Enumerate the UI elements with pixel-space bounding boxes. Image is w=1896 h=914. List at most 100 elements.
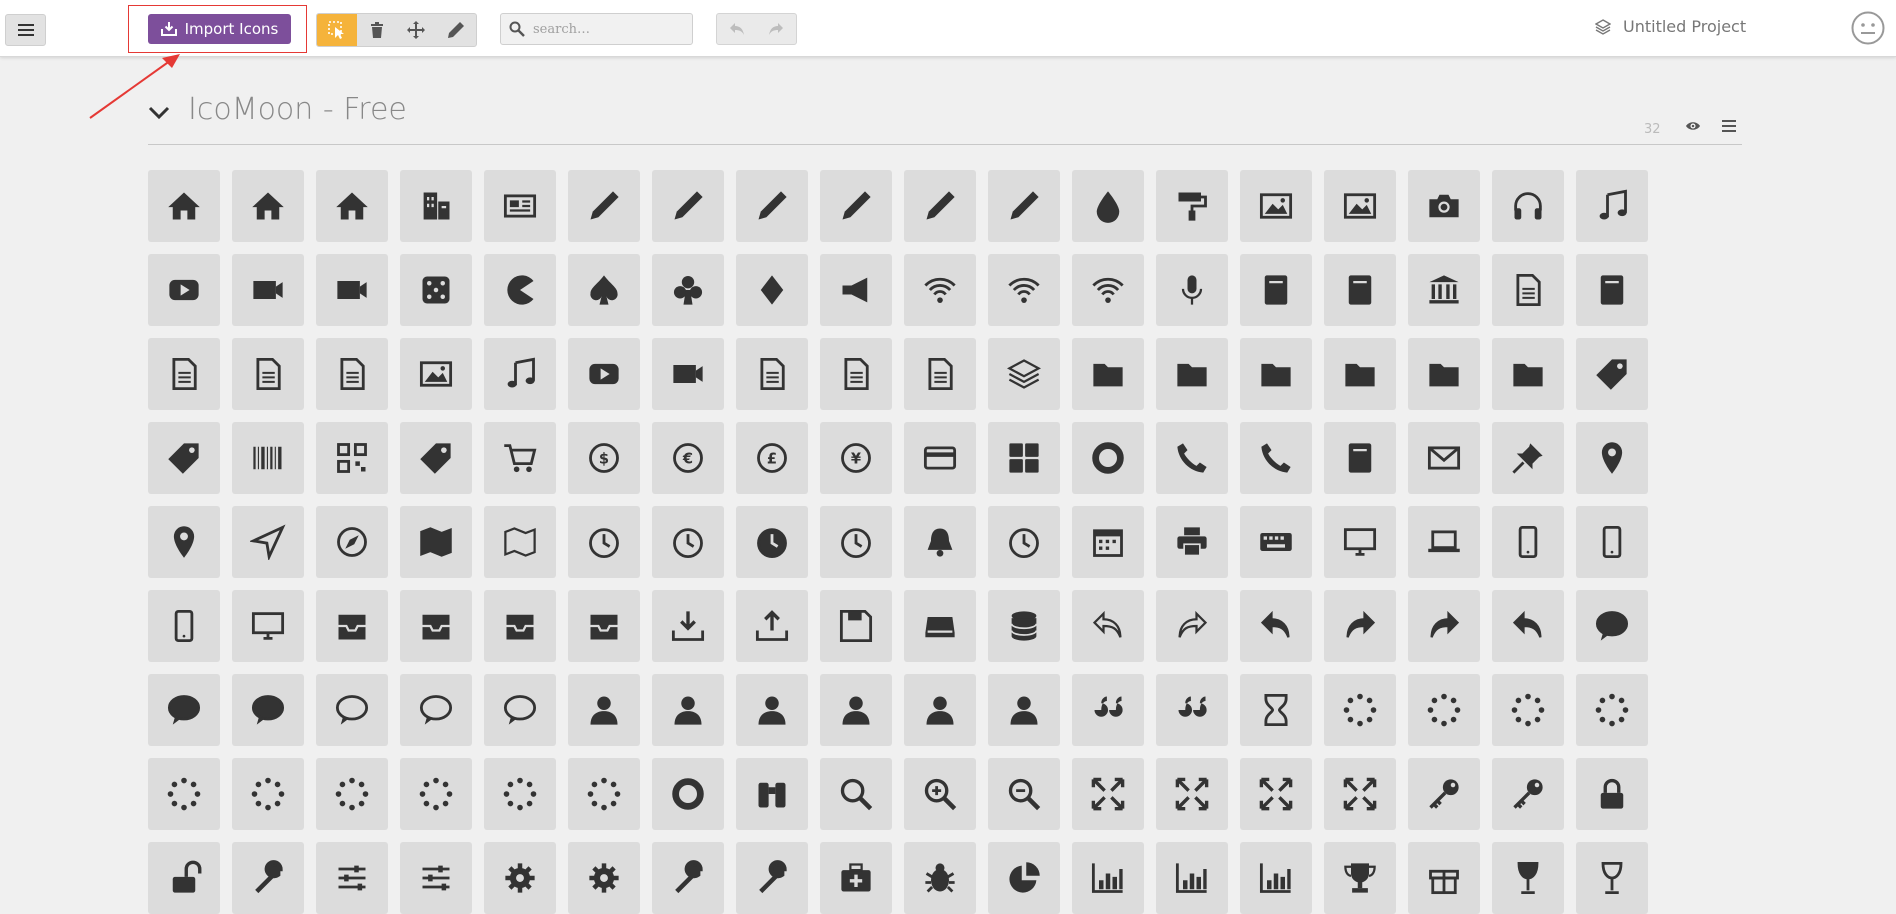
icon-tile-equalizer2[interactable]	[400, 842, 472, 914]
icon-tile-search[interactable]	[820, 758, 892, 830]
icon-tile-feed[interactable]	[1072, 254, 1144, 326]
icon-tile-trophy[interactable]	[1324, 842, 1396, 914]
icon-tile-shrink2[interactable]	[1324, 758, 1396, 830]
select-tool-button[interactable]	[317, 14, 357, 46]
icon-tile-envelop[interactable]	[1408, 422, 1480, 494]
icon-tile-box-add[interactable]	[484, 590, 556, 662]
icon-tile-undo2[interactable]	[1240, 590, 1312, 662]
icon-tile-home[interactable]	[148, 170, 220, 242]
icon-tile-copy[interactable]	[820, 338, 892, 410]
icon-tile-lock[interactable]	[1576, 758, 1648, 830]
icon-tile-forward[interactable]	[1408, 590, 1480, 662]
icon-tile-file-text[interactable]	[1492, 254, 1564, 326]
icon-tile-eyedropper[interactable]	[988, 170, 1060, 242]
icon-tile-users[interactable]	[652, 674, 724, 746]
icon-tile-bug[interactable]	[904, 842, 976, 914]
icon-tile-binoculars[interactable]	[736, 758, 808, 830]
icon-tile-mobile2[interactable]	[1576, 506, 1648, 578]
icon-tile-download[interactable]	[652, 590, 724, 662]
icon-tile-bubble2[interactable]	[316, 674, 388, 746]
icon-tile-tablet[interactable]	[148, 590, 220, 662]
icon-tile-file-text2[interactable]	[316, 338, 388, 410]
icon-tile-files-empty[interactable]	[232, 338, 304, 410]
icon-tile-file-video[interactable]	[652, 338, 724, 410]
icon-tile-location[interactable]	[1576, 422, 1648, 494]
icon-tile-unlocked[interactable]	[148, 842, 220, 914]
user-avatar-icon[interactable]	[1851, 11, 1885, 45]
icon-tile-podcast[interactable]	[988, 254, 1060, 326]
icon-tile-image[interactable]	[1240, 170, 1312, 242]
icon-tile-spinner9[interactable]	[484, 758, 556, 830]
icon-tile-stats-bars2[interactable]	[1240, 842, 1312, 914]
project-selector[interactable]: Untitled Project	[1595, 17, 1746, 36]
icon-tile-aid-kit[interactable]	[820, 842, 892, 914]
icon-tile-file-play[interactable]	[568, 338, 640, 410]
icon-tile-quotes-right[interactable]	[1156, 674, 1228, 746]
icon-tile-home2[interactable]	[232, 170, 304, 242]
icon-tile-printer[interactable]	[1156, 506, 1228, 578]
icon-tile-pencil[interactable]	[568, 170, 640, 242]
icon-tile-stats-dots[interactable]	[1072, 842, 1144, 914]
icon-tile-dice[interactable]	[400, 254, 472, 326]
icon-tile-drive[interactable]	[904, 590, 976, 662]
icon-tile-spinner10[interactable]	[568, 758, 640, 830]
icon-tile-spades[interactable]	[568, 254, 640, 326]
icon-tile-map2[interactable]	[484, 506, 556, 578]
icon-tile-library[interactable]	[1408, 254, 1480, 326]
icon-tile-video-camera[interactable]	[316, 254, 388, 326]
icon-tile-box-remove[interactable]	[568, 590, 640, 662]
icon-tile-credit-card[interactable]	[904, 422, 976, 494]
icon-tile-coin-yen[interactable]: ¥	[820, 422, 892, 494]
redo-button[interactable]	[756, 14, 795, 44]
icon-tile-user-check[interactable]	[904, 674, 976, 746]
icon-tile-folder-upload[interactable]	[1492, 338, 1564, 410]
icon-tile-diamonds[interactable]	[736, 254, 808, 326]
icon-tile-bullhorn[interactable]	[820, 254, 892, 326]
icon-tile-spinner[interactable]	[1324, 674, 1396, 746]
icon-tile-spinner11[interactable]	[652, 758, 724, 830]
icon-tile-folder-minus[interactable]	[1324, 338, 1396, 410]
icon-tile-film[interactable]	[232, 254, 304, 326]
move-tool-button[interactable]	[397, 14, 437, 46]
icon-tile-price-tag[interactable]	[1576, 338, 1648, 410]
icon-tile-display[interactable]	[1324, 506, 1396, 578]
icon-tile-newspaper[interactable]	[484, 170, 556, 242]
icon-tile-camera[interactable]	[1408, 170, 1480, 242]
icon-tile-user-minus[interactable]	[820, 674, 892, 746]
icon-tile-file-empty[interactable]	[148, 338, 220, 410]
icon-tile-music[interactable]	[1576, 170, 1648, 242]
icon-tile-glass2[interactable]	[1576, 842, 1648, 914]
icon-tile-reply[interactable]	[1492, 590, 1564, 662]
icon-tile-redo2[interactable]	[1324, 590, 1396, 662]
icon-tile-home3[interactable]	[316, 170, 388, 242]
icon-tile-shrink[interactable]	[1156, 758, 1228, 830]
icon-tile-clubs[interactable]	[652, 254, 724, 326]
icon-tile-bell[interactable]	[904, 506, 976, 578]
icon-tile-enlarge[interactable]	[1072, 758, 1144, 830]
icon-tile-phone-hang-up[interactable]	[1240, 422, 1312, 494]
icon-tile-gift[interactable]	[1408, 842, 1480, 914]
icon-tile-pie-chart[interactable]	[988, 842, 1060, 914]
icon-tile-hammer[interactable]	[652, 842, 724, 914]
icon-tile-cart[interactable]	[484, 422, 556, 494]
icon-tile-headphones[interactable]	[1492, 170, 1564, 242]
icon-tile-zoom-in[interactable]	[904, 758, 976, 830]
icon-tile-folder-plus[interactable]	[1240, 338, 1312, 410]
icon-tile-user-tie[interactable]	[988, 674, 1060, 746]
list-menu-icon[interactable]	[1722, 120, 1736, 132]
icon-tile-undo[interactable]	[1072, 590, 1144, 662]
icon-tile-alarm[interactable]	[820, 506, 892, 578]
undo-button[interactable]	[717, 14, 756, 44]
icon-tile-spinner2[interactable]	[1408, 674, 1480, 746]
icon-tile-spinner8[interactable]	[400, 758, 472, 830]
icon-tile-equalizer[interactable]	[316, 842, 388, 914]
icon-tile-quill[interactable]	[736, 170, 808, 242]
icon-tile-user-plus[interactable]	[736, 674, 808, 746]
icon-tile-coin-pound[interactable]: £	[736, 422, 808, 494]
icon-tile-glass[interactable]	[1492, 842, 1564, 914]
icon-tile-quotes-left[interactable]	[1072, 674, 1144, 746]
icon-tile-location2[interactable]	[148, 506, 220, 578]
icon-tile-bubbles3[interactable]	[400, 674, 472, 746]
icon-tile-spinner7[interactable]	[316, 758, 388, 830]
icon-tile-pen[interactable]	[820, 170, 892, 242]
